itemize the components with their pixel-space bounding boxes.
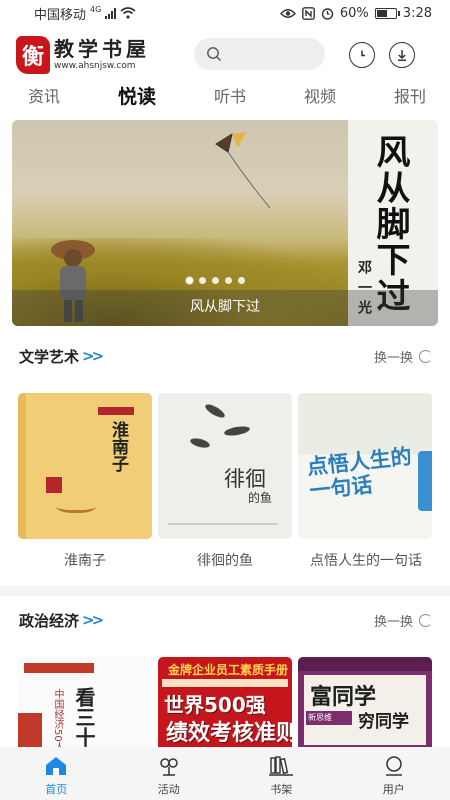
book-title[interactable]: 徘徊的鱼 (155, 550, 295, 570)
tab-item[interactable]: 报刊 (394, 84, 426, 114)
app-header: 衡 教学书屋 www.ahsnjsw.com (0, 30, 450, 80)
user-icon (381, 755, 407, 777)
cover-stamp (46, 477, 62, 493)
fish-illustration (203, 402, 227, 420)
nav-user[interactable]: 用户 (338, 747, 450, 800)
carrier-name: 中国移动 (34, 7, 87, 23)
nav-activity[interactable]: 活动 (113, 747, 226, 800)
battery-icon (374, 7, 400, 19)
nav-label: 活动 (157, 783, 180, 796)
cover-strip (418, 451, 432, 511)
alarm-icon (321, 7, 334, 20)
section-header-politics-economy: 政治经济 >> 换一换 (0, 605, 450, 635)
cover-title: 世界500强 (164, 693, 266, 717)
banner-caption: 风从脚下过 (190, 299, 260, 315)
clock-icon (361, 50, 365, 57)
section-title[interactable]: 政治经济 (19, 610, 79, 631)
cover-subtitle: 绩效考核准则 (166, 721, 292, 746)
cover-top-bar (298, 657, 432, 671)
book-cover-dianwu[interactable]: 点悟人生的一句话 (298, 393, 432, 539)
download-icon (398, 50, 406, 61)
cover-subtitle: 中国经济50人 (52, 689, 63, 752)
status-bar: 中国移动 4G 60% 3:28 (0, 0, 450, 26)
cover-header-bar (24, 663, 94, 673)
cover-tag-text: 新思维 (308, 713, 332, 722)
tab-item[interactable]: 视频 (304, 84, 336, 114)
cover-title: 风从脚下过 (370, 134, 410, 314)
carousel-dot[interactable] (199, 277, 206, 284)
book-cover-paihuai[interactable]: 徘徊 的鱼 (158, 393, 292, 539)
kite-illustration (215, 132, 271, 209)
signal-icon (105, 7, 117, 19)
logo-url: www.ahsnjsw.com (54, 61, 136, 71)
banner-carousel[interactable]: 风从脚下过 邓一光 风从脚下过 (12, 120, 438, 326)
wifi-icon (120, 7, 136, 19)
refresh-button[interactable]: 换一换 (374, 347, 432, 366)
chevron-right-icon[interactable]: >> (82, 611, 104, 629)
bottom-navigation: 首页 活动 书架 用户 (0, 747, 450, 800)
carousel-dot[interactable] (225, 277, 232, 284)
logo-seal: 衡 (16, 36, 50, 74)
fish-illustration (223, 424, 251, 438)
status-right: 60% 3:28 (279, 5, 432, 21)
book-cover-huainanzi[interactable]: 淮南子 (18, 393, 152, 539)
chevron-right-icon[interactable]: >> (82, 347, 104, 365)
nav-home[interactable]: 首页 (0, 747, 113, 800)
cover-band (162, 679, 288, 687)
nav-bookshelf[interactable]: 书架 (225, 747, 338, 800)
section-divider (0, 586, 450, 596)
fish-illustration (189, 436, 211, 450)
carrier-group: 中国移动 4G (34, 4, 136, 23)
cover-tag (98, 407, 134, 415)
logo-text-group: 教学书屋 www.ahsnjsw.com (54, 39, 150, 71)
app-logo[interactable]: 衡 教学书屋 www.ahsnjsw.com (16, 36, 150, 74)
tab-item[interactable]: 悦读 (118, 84, 156, 114)
cover-subtitle: 的鱼 (248, 491, 273, 505)
bookshelf-icon (268, 755, 294, 777)
network-type: 4G (90, 4, 102, 14)
carousel-dot[interactable] (238, 277, 245, 284)
nav-label: 首页 (45, 783, 68, 796)
refresh-label: 换一换 (373, 614, 413, 630)
battery-percent: 60% (339, 5, 369, 21)
cover-deer-illustration (56, 497, 96, 513)
battery-level (376, 9, 387, 17)
eye-icon (279, 8, 296, 18)
nav-label: 用户 (382, 783, 405, 796)
refresh-icon (419, 349, 432, 363)
section-title[interactable]: 文学艺术 (19, 346, 79, 367)
logo-title: 教学书屋 (54, 37, 150, 61)
category-tabs: 资讯 悦读 听书 视频 报刊 (0, 84, 450, 114)
cover-line (168, 523, 278, 525)
carousel-dot[interactable] (212, 277, 219, 284)
section-header-literature: 文学艺术 >> 换一换 (0, 341, 450, 371)
clock-time: 3:28 (402, 5, 432, 21)
history-button[interactable] (349, 42, 375, 68)
refresh-button[interactable]: 换一换 (374, 611, 432, 630)
activity-icon (156, 755, 182, 777)
cover-title: 点悟人生的一句话 (305, 444, 413, 504)
book-title[interactable]: 点悟人生的一句话 (296, 550, 436, 570)
nfc-icon (301, 6, 315, 20)
carousel-dots (186, 277, 245, 284)
download-button[interactable] (389, 42, 415, 68)
search-icon (207, 47, 221, 61)
carousel-dot[interactable] (186, 277, 193, 284)
cover-title: 淮南子 (108, 421, 128, 472)
tab-item[interactable]: 听书 (214, 84, 246, 114)
nav-label: 书架 (270, 783, 293, 796)
book-title[interactable]: 淮南子 (15, 550, 155, 570)
tab-item[interactable]: 资讯 (28, 84, 60, 114)
refresh-icon (419, 613, 432, 627)
cover-subtitle: 穷同学 (358, 712, 409, 732)
cover-top-text: 金牌企业员工素质手册 (168, 663, 289, 677)
refresh-label: 换一换 (373, 350, 413, 366)
search-box[interactable] (194, 38, 325, 70)
home-icon (43, 755, 69, 777)
